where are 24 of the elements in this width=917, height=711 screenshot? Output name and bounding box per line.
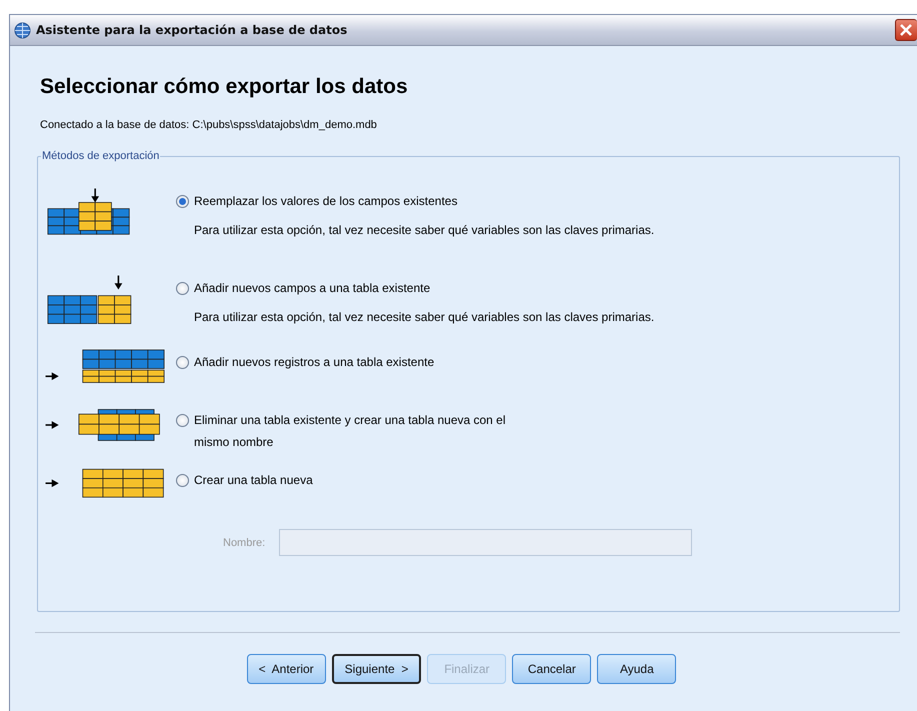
page-heading: Seleccionar cómo exportar los datos xyxy=(40,75,409,99)
option-label[interactable]: Añadir nuevos registros a una tabla existente xyxy=(194,351,434,373)
option-note: Para utilizar esta opción, tal vez necesite saber qué variables son las claves primarias. xyxy=(194,223,654,237)
group-label: Métodos de exportación xyxy=(41,150,160,162)
option-label[interactable]: Reemplazar los valores de los campos existentes xyxy=(194,190,458,212)
wizard-button[interactable]: Ayuda xyxy=(597,654,676,684)
connection-text: Conectado a la base de datos: C:\pubs\spss\datajobs\dm_demo.mdb xyxy=(40,119,378,131)
name-label: Nombre: xyxy=(223,536,266,548)
wizard-button[interactable]: < Anterior xyxy=(246,654,326,684)
wizard-button[interactable]: Cancelar xyxy=(512,654,592,684)
radio-button[interactable] xyxy=(176,356,189,369)
window-title: Asistente para la exportación a base de datos xyxy=(36,23,348,37)
option-label[interactable]: Añadir nuevos campos a una tabla existente xyxy=(194,277,430,299)
radio-button[interactable] xyxy=(176,414,189,427)
close-button[interactable] xyxy=(895,19,917,41)
option-note: Para utilizar esta opción, tal vez necesite saber qué variables son las claves primarias. xyxy=(194,310,654,324)
close-icon xyxy=(899,23,913,37)
globe-icon xyxy=(14,22,31,38)
radio-button[interactable] xyxy=(176,474,189,487)
radio-button[interactable] xyxy=(176,195,189,208)
radio-button[interactable] xyxy=(176,282,189,295)
wizard-button[interactable]: Siguiente > xyxy=(332,654,422,684)
option-label[interactable]: Crear una tabla nueva xyxy=(194,469,313,491)
option-label[interactable]: Eliminar una tabla existente y crear una tabla nueva con el mismo nombre xyxy=(194,409,544,453)
